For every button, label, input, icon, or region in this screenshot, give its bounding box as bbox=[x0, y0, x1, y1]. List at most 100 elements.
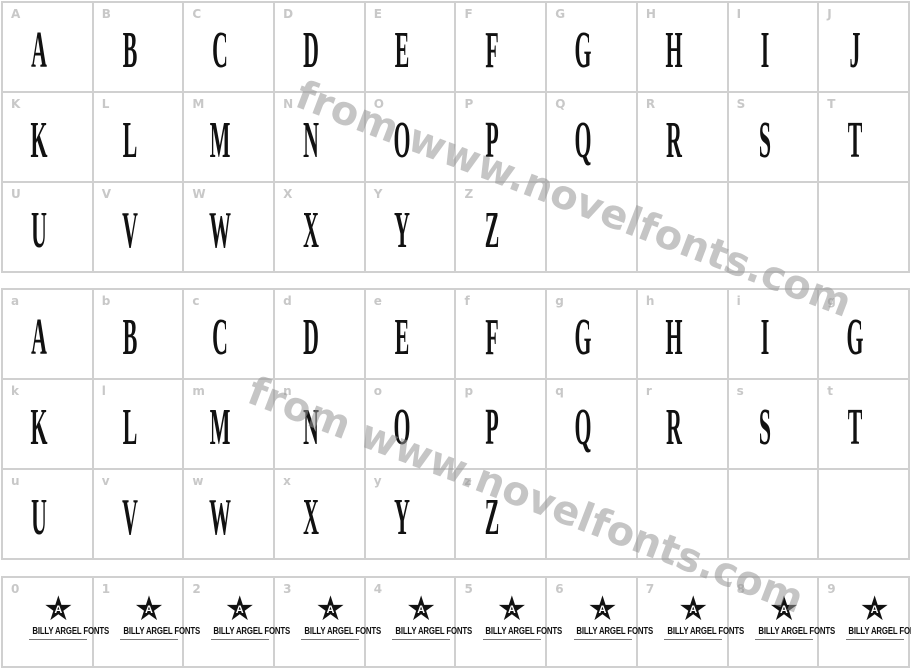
glyph-preview: M bbox=[210, 399, 231, 456]
glyph-preview: C bbox=[212, 22, 229, 79]
glyph-cell: 8 ★ A BILLY ARGEL FONTS bbox=[728, 578, 835, 668]
glyph-cell: 4 ★ A BILLY ARGEL FONTS bbox=[365, 578, 472, 668]
char-label: t bbox=[827, 384, 834, 398]
glyph-cell: 7 ★ A BILLY ARGEL FONTS bbox=[637, 578, 744, 668]
char-label: y bbox=[373, 474, 382, 488]
empty-cell bbox=[819, 183, 910, 273]
logo-brand-text: BILLY ARGEL FONTS bbox=[485, 626, 563, 637]
glyph-preview: D bbox=[303, 309, 319, 366]
glyph-cell: QQ bbox=[547, 93, 638, 183]
glyph-preview: B bbox=[122, 22, 137, 79]
logo-brand-text: BILLY ARGEL FONTS bbox=[667, 626, 744, 637]
star-icon: ★ A bbox=[405, 589, 437, 629]
glyph-preview: J bbox=[849, 22, 861, 79]
logo-brand-text: BILLY ARGEL FONTS bbox=[32, 626, 109, 637]
glyph-cell: YY bbox=[365, 183, 457, 273]
glyph-cell: II bbox=[728, 3, 820, 93]
star-icon: ★ A bbox=[496, 589, 528, 629]
glyph-preview: U bbox=[31, 489, 47, 546]
char-label: F bbox=[464, 7, 473, 21]
glyph-cell: cC bbox=[184, 290, 276, 380]
billy-argel-logo: ★ABILLY ARGEL FONTS bbox=[729, 589, 835, 640]
logo-brand-text: BILLY ARGEL FONTS bbox=[848, 626, 911, 637]
glyph-cell: qQ bbox=[547, 380, 638, 470]
glyph-preview: Z bbox=[485, 202, 500, 259]
star-icon: ★ A bbox=[224, 589, 255, 629]
logo-brand-text: BILLY ARGEL FONTS bbox=[757, 626, 835, 637]
char-label: x bbox=[283, 474, 291, 488]
star-icon: ★ A bbox=[678, 589, 709, 629]
glyph-cell: bB bbox=[93, 290, 185, 380]
glyph-cell: XX bbox=[275, 183, 366, 273]
glyph-preview: G bbox=[574, 309, 592, 366]
billy-argel-logo: ★ABILLY ARGEL FONTS bbox=[456, 589, 563, 640]
glyph-cell: lL bbox=[93, 380, 185, 470]
glyph-preview: V bbox=[121, 489, 138, 546]
char-label: V bbox=[101, 187, 111, 201]
logo-brand-text: BILLY ARGEL FONTS bbox=[213, 626, 291, 637]
char-label: K bbox=[11, 97, 21, 111]
glyph-cell: KK bbox=[3, 93, 94, 183]
char-label: k bbox=[11, 384, 19, 398]
char-label: v bbox=[101, 474, 110, 488]
glyph-preview: G bbox=[574, 22, 592, 79]
logo-letter: A bbox=[326, 604, 335, 617]
star-icon: ★ A bbox=[768, 589, 800, 629]
char-label: d bbox=[283, 294, 292, 308]
glyph-preview: S bbox=[758, 399, 771, 456]
char-label: O bbox=[373, 97, 384, 111]
char-label: s bbox=[736, 384, 744, 398]
char-label: D bbox=[283, 7, 294, 21]
char-label: R bbox=[645, 97, 656, 111]
star-icon: ★ A bbox=[859, 589, 890, 629]
char-label: f bbox=[464, 294, 470, 308]
glyph-cell: nN bbox=[275, 380, 366, 470]
star-icon: ★ A bbox=[43, 589, 74, 629]
char-label: I bbox=[736, 7, 742, 21]
glyph-preview: K bbox=[30, 399, 48, 456]
glyph-preview: L bbox=[122, 112, 137, 169]
glyph-cell: WW bbox=[184, 183, 276, 273]
char-label: Y bbox=[373, 187, 383, 201]
glyph-cell: eE bbox=[365, 290, 457, 380]
char-label: E bbox=[373, 7, 382, 21]
billy-argel-logo: ★ABILLY ARGEL FONTS bbox=[638, 589, 744, 640]
glyph-preview: Q bbox=[574, 399, 592, 456]
logo-letter: A bbox=[145, 604, 154, 617]
char-label: n bbox=[283, 384, 292, 398]
char-label: i bbox=[736, 294, 741, 308]
logo-tagline-line bbox=[301, 639, 360, 640]
logo-brand-text: BILLY ARGEL FONTS bbox=[576, 626, 654, 637]
char-label: X bbox=[283, 187, 293, 201]
glyph-preview: N bbox=[303, 399, 319, 456]
glyph-cell: FF bbox=[456, 3, 548, 93]
char-label: m bbox=[192, 384, 205, 398]
glyph-cell: dD bbox=[275, 290, 366, 380]
char-label: l bbox=[101, 384, 106, 398]
glyph-preview: X bbox=[303, 202, 319, 259]
glyph-cell: tT bbox=[819, 380, 910, 470]
glyph-cell: 2 ★ A BILLY ARGEL FONTS bbox=[184, 578, 291, 668]
char-label: w bbox=[192, 474, 204, 488]
glyph-cell: 9★ABILLY ARGEL FONTS bbox=[819, 578, 911, 668]
glyph-cell: 3 ★ A BILLY ARGEL FONTS bbox=[275, 578, 381, 668]
glyph-cell: 1 ★ A BILLY ARGEL FONTS bbox=[93, 578, 200, 668]
glyph-cell: NN bbox=[275, 93, 366, 183]
char-label: H bbox=[645, 7, 656, 21]
logo-tagline-line bbox=[29, 639, 88, 640]
glyph-preview: T bbox=[848, 399, 863, 456]
billy-argel-logo: ★ABILLY ARGEL FONTS bbox=[3, 589, 109, 640]
glyph-cell: GG bbox=[547, 3, 638, 93]
glyph-preview: G bbox=[846, 309, 864, 366]
char-label: W bbox=[192, 187, 206, 201]
glyph-preview: Y bbox=[393, 489, 410, 546]
empty-cell bbox=[637, 183, 729, 273]
glyph-cell: RR bbox=[637, 93, 729, 183]
glyph-cell: mM bbox=[184, 380, 276, 470]
glyph-cell: yY bbox=[365, 470, 457, 560]
glyph-preview: M bbox=[210, 112, 231, 169]
logo-letter: A bbox=[779, 604, 788, 617]
glyph-preview: V bbox=[121, 202, 138, 259]
glyph-preview: O bbox=[393, 112, 411, 169]
glyph-cell: TT bbox=[819, 93, 910, 183]
